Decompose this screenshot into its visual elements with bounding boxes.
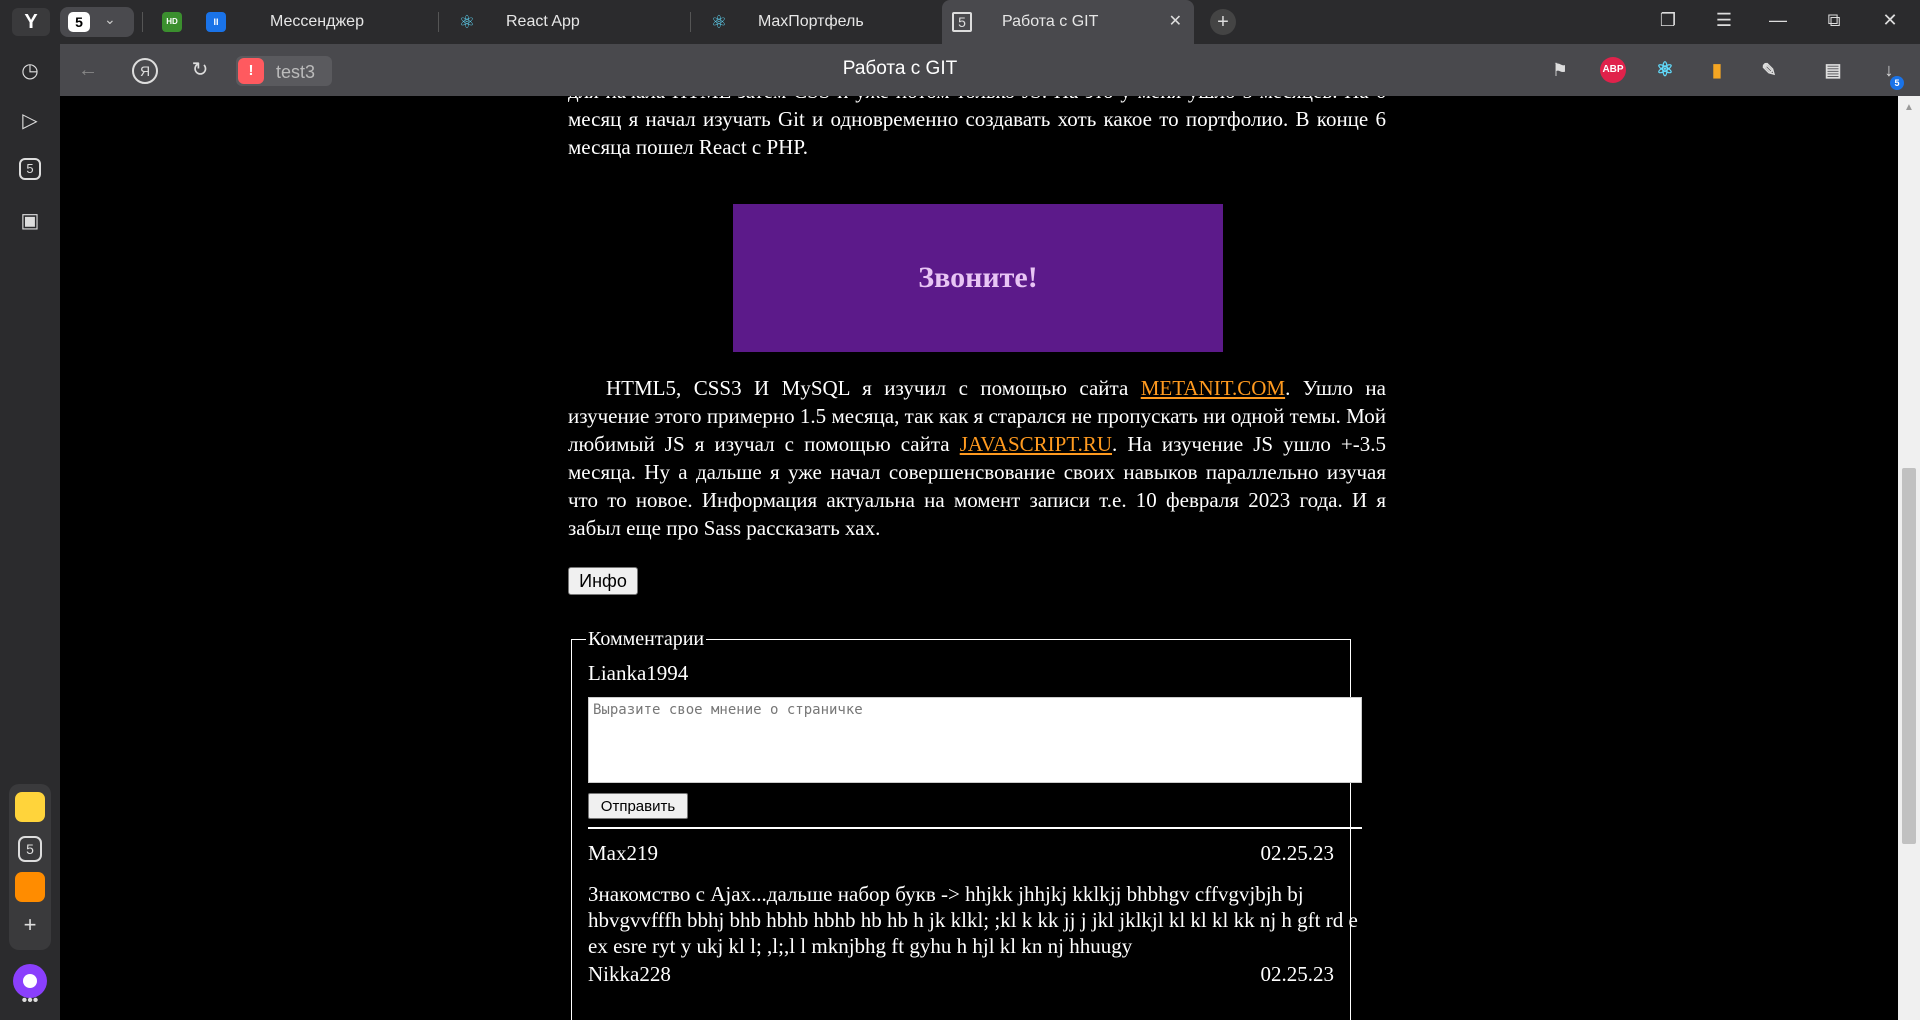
screenshot-icon[interactable]: ▣ <box>17 208 43 234</box>
chevron-down-icon: ⌄ <box>104 11 116 27</box>
send-comment-button[interactable]: Отправить <box>588 793 688 819</box>
browser-sidebar: ◷ ▷ 5 ▣ 5 + ••• <box>0 44 60 1020</box>
window-close-icon[interactable]: ✕ <box>1878 10 1902 31</box>
pinned-tab-pause[interactable]: II <box>206 12 226 32</box>
tab-bar: Y 5 ⌄ HD II Мессенджер ⚛ React App ⚛ Max… <box>0 0 1920 44</box>
call-banner[interactable]: Звоните! <box>733 204 1223 352</box>
address-bar: ← Я ↻ ! test3 Работа с GIT ⚑ ABP ⚛ ▮ ✎ ▤… <box>60 44 1920 96</box>
tab-git-active[interactable]: 5 Работа с GIT ✕ <box>942 0 1194 44</box>
banner-text: Звоните! <box>918 261 1038 294</box>
tab-groups-icon[interactable]: 5 <box>19 158 41 180</box>
tab-title: MaxПортфель <box>758 13 864 30</box>
close-icon[interactable]: ✕ <box>1169 11 1182 31</box>
intro-paragraph: для начала HTML затем CSS и уже потом то… <box>568 96 1386 159</box>
divider <box>438 12 439 32</box>
tab-group-count: 5 <box>68 12 90 32</box>
address-page-title[interactable]: Работа с GIT <box>60 58 1740 80</box>
add-app-icon[interactable]: + <box>15 910 45 940</box>
tab-max-portfolio[interactable]: ⚛ MaxПортфель <box>698 0 934 44</box>
react-icon: ⚛ <box>710 12 728 32</box>
tab-group-button[interactable]: 5 ⌄ <box>60 7 134 37</box>
minimize-icon[interactable]: — <box>1766 10 1790 31</box>
comment-text: Знакомство с Ajax...дальше набор букв ->… <box>588 882 1358 958</box>
adblock-extension-icon[interactable]: ABP <box>1600 57 1626 83</box>
page-scrollbar[interactable]: ▲ <box>1898 96 1920 1020</box>
paragraph-text: HTML5, CSS3 И MySQL я изучил с помощью с… <box>606 376 1141 400</box>
divider <box>142 12 143 32</box>
bookmark-icon[interactable]: ⚑ <box>1548 58 1572 82</box>
tab-title: Мессенджер <box>270 13 364 30</box>
study-paragraph: HTML5, CSS3 И MySQL я изучил с помощью с… <box>568 374 1386 542</box>
tab-title: Работа с GIT <box>1002 13 1099 30</box>
tab-messenger[interactable]: Мессенджер <box>254 0 430 44</box>
comment-input[interactable] <box>588 697 1362 783</box>
comments-section: Комментарии Lianka1994 Отправить Max219 … <box>571 628 1362 1020</box>
reader-icon[interactable]: ✎ <box>1756 57 1782 83</box>
page-viewport: для начала HTML затем CSS и уже потом то… <box>60 96 1898 1020</box>
restore-icon[interactable]: ⧉ <box>1822 10 1846 31</box>
scrollbar-thumb[interactable] <box>1902 468 1916 844</box>
more-icon[interactable]: ••• <box>17 988 43 1014</box>
comment-author: Max219 <box>588 841 658 865</box>
react-icon: ⚛ <box>458 12 476 32</box>
mail-app-icon[interactable] <box>15 872 45 902</box>
info-button[interactable]: Инфо <box>568 567 638 595</box>
javascript-ru-link[interactable]: JAVASCRIPT.RU <box>960 432 1112 456</box>
comments-divider <box>588 827 1362 829</box>
comments-legend: Комментарии <box>588 628 705 650</box>
play-icon[interactable]: ▷ <box>17 108 43 134</box>
react-devtools-icon[interactable]: ⚛ <box>1652 57 1678 83</box>
metanit-link[interactable]: METANIT.COM <box>1141 376 1285 400</box>
history-icon[interactable]: ◷ <box>17 58 43 84</box>
menu-icon[interactable]: ☰ <box>1712 10 1736 31</box>
tabs-list-icon[interactable]: ❐ <box>1656 10 1680 31</box>
comment-author: Nikka228 <box>588 962 671 986</box>
browser-logo-icon[interactable]: Y <box>12 8 50 36</box>
html5-app-icon[interactable]: 5 <box>18 836 42 862</box>
scroll-up-icon[interactable]: ▲ <box>1904 102 1914 113</box>
downloads-count-badge: 5 <box>1890 76 1904 90</box>
html5-icon: 5 <box>952 12 972 32</box>
tab-title: React App <box>506 13 580 30</box>
pdf-extension-icon[interactable]: ▤ <box>1820 57 1846 83</box>
sidebar-apps: 5 + <box>9 784 51 950</box>
battery-icon[interactable]: ▮ <box>1704 57 1730 83</box>
notes-app-icon[interactable] <box>15 792 45 822</box>
comment-date: 02.25.23 <box>1260 841 1335 865</box>
new-tab-button[interactable]: + <box>1210 9 1236 35</box>
comment-date: 02.25.23 <box>1260 962 1335 986</box>
pinned-tab-hd[interactable]: HD <box>162 12 182 32</box>
current-user-name: Lianka1994 <box>588 661 689 685</box>
tab-react-app[interactable]: ⚛ React App <box>446 0 682 44</box>
divider <box>690 12 691 32</box>
